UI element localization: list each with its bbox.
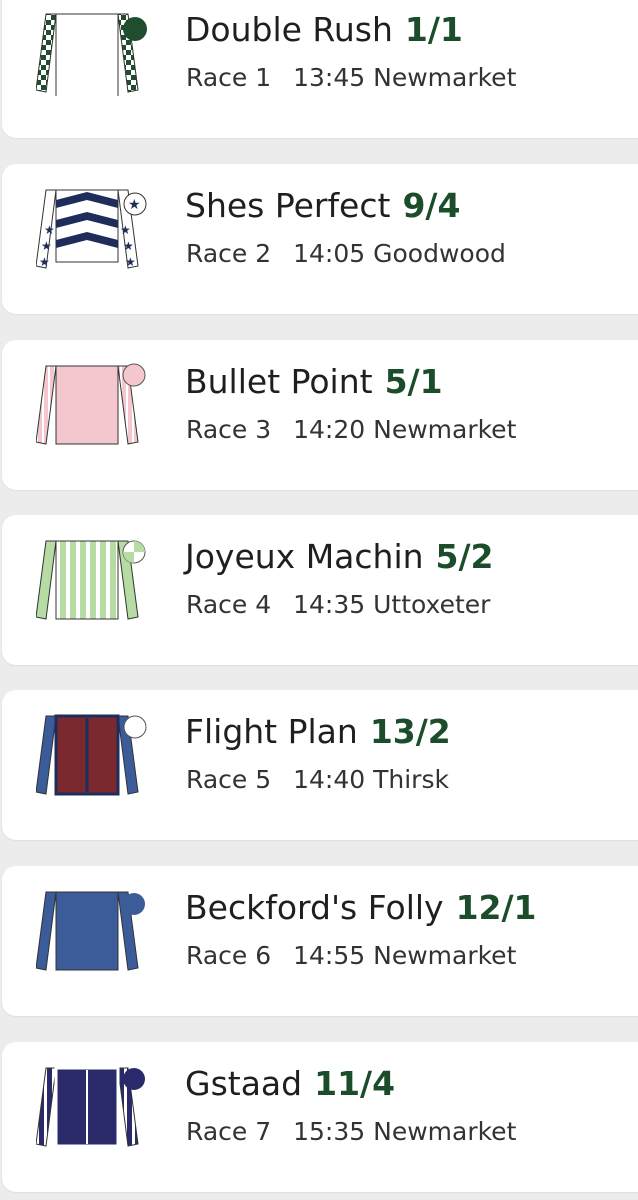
race-number: Race 2 [186, 239, 272, 268]
race-time-venue: 14:55 Newmarket [293, 941, 517, 970]
svg-text:★: ★ [125, 255, 136, 269]
race-number: Race 6 [186, 941, 272, 970]
odds-price[interactable]: 12/1 [456, 888, 537, 927]
jockey-silk-icon [36, 714, 147, 796]
horse-name: Bullet Point [185, 362, 373, 401]
race-time-venue: 13:45 Newmarket [293, 63, 517, 92]
selection-card-5[interactable]: Flight Plan 13/2 Race 5 14:40 Thirsk [2, 690, 638, 840]
horse-name: Double Rush [185, 10, 393, 49]
svg-text:★: ★ [128, 197, 141, 213]
race-time-venue: 14:05 Goodwood [293, 239, 506, 268]
race-time-venue: 14:20 Newmarket [293, 415, 517, 444]
selection-card-1[interactable]: Double Rush 1/1 Race 1 13:45 Newmarket [2, 0, 638, 138]
odds-price[interactable]: 11/4 [314, 1064, 395, 1103]
horse-name: Shes Perfect [185, 186, 391, 225]
jockey-silk-icon [36, 13, 147, 96]
race-number: Race 3 [186, 415, 272, 444]
horse-name: Beckford's Folly [185, 888, 444, 927]
selection-card-2[interactable]: ★ ★ ★ ★ ★ ★ ★ Shes Perfect 9/4 Race 2 14:0… [2, 164, 638, 314]
odds-price[interactable]: 13/2 [370, 712, 451, 751]
selection-card-7[interactable]: Gstaad 11/4 Race 7 15:35 Newmarket [2, 1042, 638, 1192]
jockey-silk-icon [36, 363, 146, 445]
race-time-venue: 15:35 Newmarket [293, 1117, 517, 1146]
jockey-silk-icon [36, 891, 145, 971]
selection-card-4[interactable]: Joyeux Machin 5/2 Race 4 14:35 Uttoxeter [2, 515, 638, 665]
race-time-venue: 14:40 Thirsk [293, 765, 449, 794]
odds-price[interactable]: 5/1 [385, 362, 443, 401]
horse-name: Gstaad [185, 1064, 303, 1103]
svg-text:★: ★ [39, 255, 50, 269]
jockey-silk-icon [36, 1066, 145, 1148]
horse-name: Joyeux Machin [185, 537, 424, 576]
race-number: Race 7 [186, 1117, 272, 1146]
odds-price[interactable]: 5/2 [436, 537, 494, 576]
svg-text:★: ★ [44, 223, 55, 237]
race-time-venue: 14:35 Uttoxeter [293, 590, 491, 619]
odds-price[interactable]: 1/1 [405, 10, 463, 49]
svg-text:★: ★ [123, 239, 134, 253]
race-number: Race 4 [186, 590, 272, 619]
selection-card-6[interactable]: Beckford's Folly 12/1 Race 6 14:55 Newmark… [2, 866, 638, 1016]
odds-price[interactable]: 9/4 [402, 186, 460, 225]
jockey-silk-icon [36, 540, 146, 620]
horse-name: Flight Plan [185, 712, 358, 751]
race-number: Race 5 [186, 765, 272, 794]
selection-card-3[interactable]: Bullet Point 5/1 Race 3 14:20 Newmarket [2, 340, 638, 490]
jockey-silk-icon: ★ ★ ★ ★ ★ ★ ★ [36, 189, 147, 269]
race-number: Race 1 [186, 63, 272, 92]
svg-text:★: ★ [120, 223, 131, 237]
svg-text:★: ★ [41, 239, 52, 253]
